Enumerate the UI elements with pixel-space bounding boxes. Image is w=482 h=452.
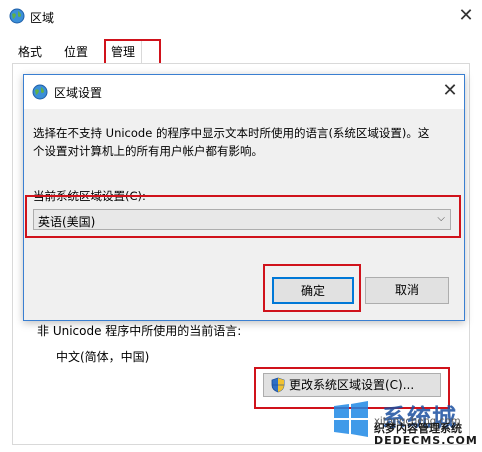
- tab-format[interactable]: 格式: [12, 42, 49, 63]
- dialog-title: 区域设置: [54, 86, 103, 100]
- close-icon: ✕: [442, 80, 458, 101]
- title-bar: [0, 0, 482, 34]
- close-icon: ✕: [458, 5, 474, 26]
- window-title: 区域: [30, 11, 55, 25]
- highlight-tab-box: [104, 39, 161, 66]
- current-language-value: 中文(简体，中国): [56, 350, 150, 364]
- dialog-description-line1: 选择在不支持 Unicode 的程序中显示文本时所使用的语言(系统区域设置)。这: [33, 126, 430, 140]
- cancel-button[interactable]: 取消: [365, 277, 449, 304]
- highlight-locale-box: [25, 195, 461, 238]
- dialog-description-line2: 个设置对计算机上的所有用户帐户都有影响。: [33, 144, 263, 158]
- non-unicode-label: 非 Unicode 程序中所使用的当前语言:: [37, 324, 242, 338]
- tab-location[interactable]: 位置: [58, 42, 95, 63]
- highlight-ok-box: [263, 264, 361, 312]
- globe-icon: [9, 8, 25, 24]
- watermark-cms-site: DEDECMS.COM: [374, 434, 478, 447]
- globe-icon: [32, 84, 48, 100]
- dialog-close-button[interactable]: ✕: [440, 82, 460, 102]
- windows-logo-watermark-icon: [334, 401, 368, 437]
- window-close-button[interactable]: ✕: [456, 7, 476, 27]
